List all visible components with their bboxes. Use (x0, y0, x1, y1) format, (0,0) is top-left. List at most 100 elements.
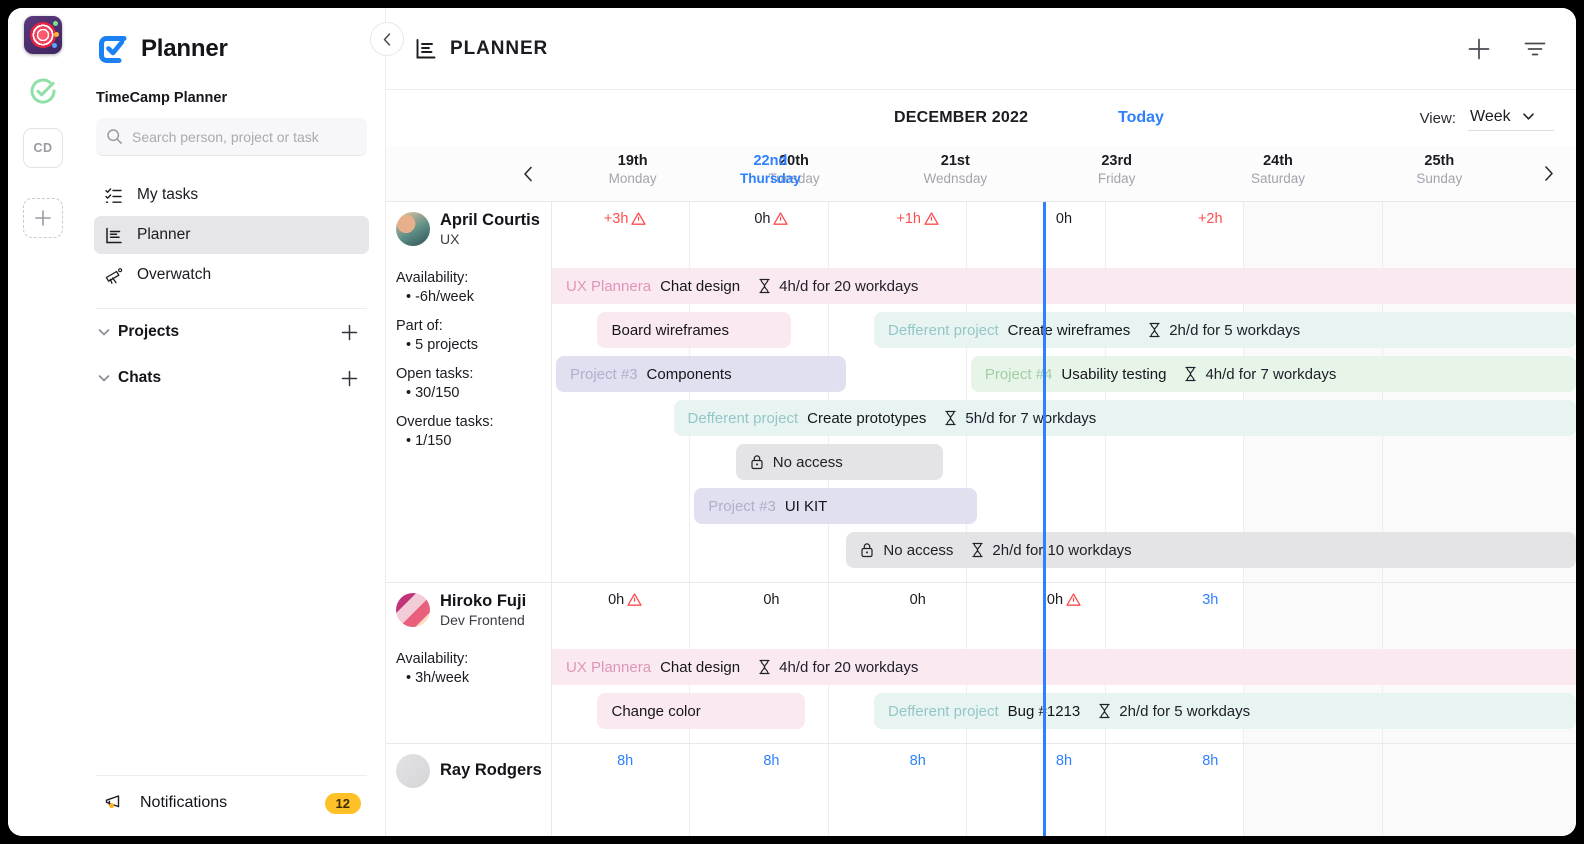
hours-cell[interactable] (1283, 583, 1429, 637)
sidebar-group-projects[interactable]: Projects (78, 309, 385, 355)
hours-cell[interactable]: 3h (1137, 583, 1283, 637)
search-input[interactable] (132, 129, 357, 145)
sidebar-item-overwatch[interactable]: Overwatch (94, 256, 369, 294)
app-window: CD Planner TimeCamp Planner (8, 8, 1576, 836)
week-day-name: Sunday (1359, 171, 1520, 186)
search-box[interactable] (96, 118, 367, 156)
filter-icon[interactable] (1522, 36, 1548, 62)
task-project: Project #3 (570, 366, 638, 383)
task-title: Chat design (660, 659, 740, 676)
hours-cell[interactable]: 8h (845, 744, 991, 798)
hours-cell[interactable]: 0h (552, 583, 698, 637)
chevron-down-icon[interactable] (96, 324, 118, 340)
week-day-22nd[interactable]: 22ndThursday (740, 146, 801, 186)
add-chat-button[interactable] (340, 369, 359, 388)
task-bar[interactable]: Defferent projectCreate prototypes5h/d f… (674, 400, 1576, 436)
week-day-25th[interactable]: 25thSunday (1359, 146, 1520, 201)
person-name: Ray Rodgers (440, 761, 542, 780)
task-bar[interactable]: Project #3Components (556, 356, 846, 392)
week-day-24th[interactable]: 24thSaturday (1197, 146, 1358, 201)
sidebar-item-my-tasks[interactable]: My tasks (94, 176, 369, 214)
hours-cell[interactable]: 8h (698, 744, 844, 798)
task-lane: Project #3Components Project #4Usability … (552, 352, 1576, 396)
sidebar-item-planner[interactable]: Planner (94, 216, 369, 254)
current-month: DECEMBER 2022 (894, 109, 1028, 127)
avatar[interactable] (396, 212, 430, 246)
add-workspace-button[interactable] (23, 198, 63, 238)
task-bar[interactable]: No access2h/d for 10 workdays (846, 532, 1576, 568)
hours-cell[interactable]: 0h (991, 202, 1137, 256)
task-bar[interactable]: Defferent projectCreate wireframes2h/d f… (874, 312, 1576, 348)
week-header-gutter (386, 146, 552, 201)
today-button[interactable]: Today (1118, 109, 1164, 127)
workspace-cd-tile[interactable]: CD (23, 128, 63, 168)
task-duration: 4h/d for 20 workdays (757, 659, 918, 676)
person-identity[interactable]: Ray Rodgers (386, 744, 552, 798)
task-bar[interactable]: Project #4Usability testing4h/d for 7 wo… (971, 356, 1576, 392)
hours-cell[interactable]: 0h (698, 583, 844, 637)
hours-cell[interactable]: 0h (845, 583, 991, 637)
view-select[interactable]: Week (1468, 106, 1554, 131)
timecamp-check-icon[interactable] (24, 72, 62, 110)
hours-cell[interactable] (1430, 202, 1576, 256)
person-identity[interactable]: April CourtisUX (386, 202, 552, 256)
add-project-button[interactable] (340, 323, 359, 342)
avatar[interactable] (396, 754, 430, 788)
person-row: Hiroko FujiDev Frontend0h0h0h0h3hAvailab… (386, 582, 1576, 743)
person-header: April CourtisUX+3h0h+1h0h+2h (386, 202, 1576, 256)
task-lane: No access2h/d for 10 workdays (552, 528, 1576, 572)
task-bar[interactable]: Change color (597, 693, 804, 729)
task-bar[interactable]: Defferent projectBug #12132h/d for 5 wor… (874, 693, 1576, 729)
notifications-label: Notifications (140, 794, 311, 812)
person-identity[interactable]: Hiroko FujiDev Frontend (386, 583, 552, 637)
sidebar-item-label: Planner (137, 226, 190, 244)
task-project: Project #3 (708, 498, 776, 515)
hours-cell[interactable]: +2h (1137, 202, 1283, 256)
hours-value: 0h (763, 592, 779, 608)
warning-icon (924, 211, 939, 226)
hours-value: 8h (1202, 753, 1218, 769)
chevron-down-icon[interactable] (96, 370, 118, 386)
hourglass-icon (1147, 322, 1162, 338)
target-logo-icon[interactable] (24, 16, 62, 54)
week-day-23rd[interactable]: 23rdFriday (1036, 146, 1197, 201)
hours-cell[interactable]: 0h (991, 583, 1137, 637)
person-meta-block: Overdue tasks:• 1/150 (396, 414, 552, 449)
add-button[interactable] (1466, 36, 1492, 62)
person-hours: +3h0h+1h0h+2h (552, 202, 1576, 256)
task-lanes: UX PlanneraChat design4h/d for 20 workda… (552, 637, 1576, 743)
task-lane: UX PlanneraChat design4h/d for 20 workda… (552, 645, 1576, 689)
task-bar[interactable]: UX PlanneraChat design4h/d for 20 workda… (552, 649, 1576, 685)
brand: Planner (78, 8, 385, 66)
hours-cell[interactable]: 8h (1137, 744, 1283, 798)
week-day-21st[interactable]: 21stWednsday (875, 146, 1036, 201)
task-bar[interactable]: No access (736, 444, 943, 480)
notifications-item[interactable]: Notifications 12 (78, 776, 385, 836)
next-week-button[interactable] (1520, 146, 1576, 201)
hours-cell[interactable] (1283, 202, 1429, 256)
collapse-sidebar-button[interactable] (370, 22, 404, 56)
hours-cell[interactable]: 8h (991, 744, 1137, 798)
prev-week-button[interactable] (519, 164, 538, 183)
hours-cell[interactable]: 0h (698, 202, 844, 256)
sidebar-group-chats[interactable]: Chats (78, 355, 385, 401)
avatar[interactable] (396, 593, 430, 627)
task-bar[interactable]: Project #3UI KIT (694, 488, 977, 524)
hours-cell[interactable]: +1h (845, 202, 991, 256)
hours-cell[interactable] (1430, 744, 1576, 798)
task-bar[interactable]: Board wireframes (597, 312, 790, 348)
telescope-icon (104, 266, 123, 285)
hours-value: +3h (604, 211, 629, 227)
task-title: Chat design (660, 278, 740, 295)
person-name: Hiroko Fuji (440, 592, 526, 611)
task-title: Usability testing (1061, 366, 1166, 383)
hours-cell[interactable]: +3h (552, 202, 698, 256)
hours-cell[interactable]: 8h (552, 744, 698, 798)
hours-cell[interactable] (1283, 744, 1429, 798)
hours-cell[interactable] (1430, 583, 1576, 637)
task-bar[interactable]: UX PlanneraChat design4h/d for 20 workda… (552, 268, 1576, 304)
warning-icon (627, 592, 642, 607)
week-day-19th[interactable]: 19thMonday (552, 146, 713, 201)
hourglass-icon (757, 278, 772, 294)
person-meta-block: Part of:• 5 projects (396, 318, 552, 353)
